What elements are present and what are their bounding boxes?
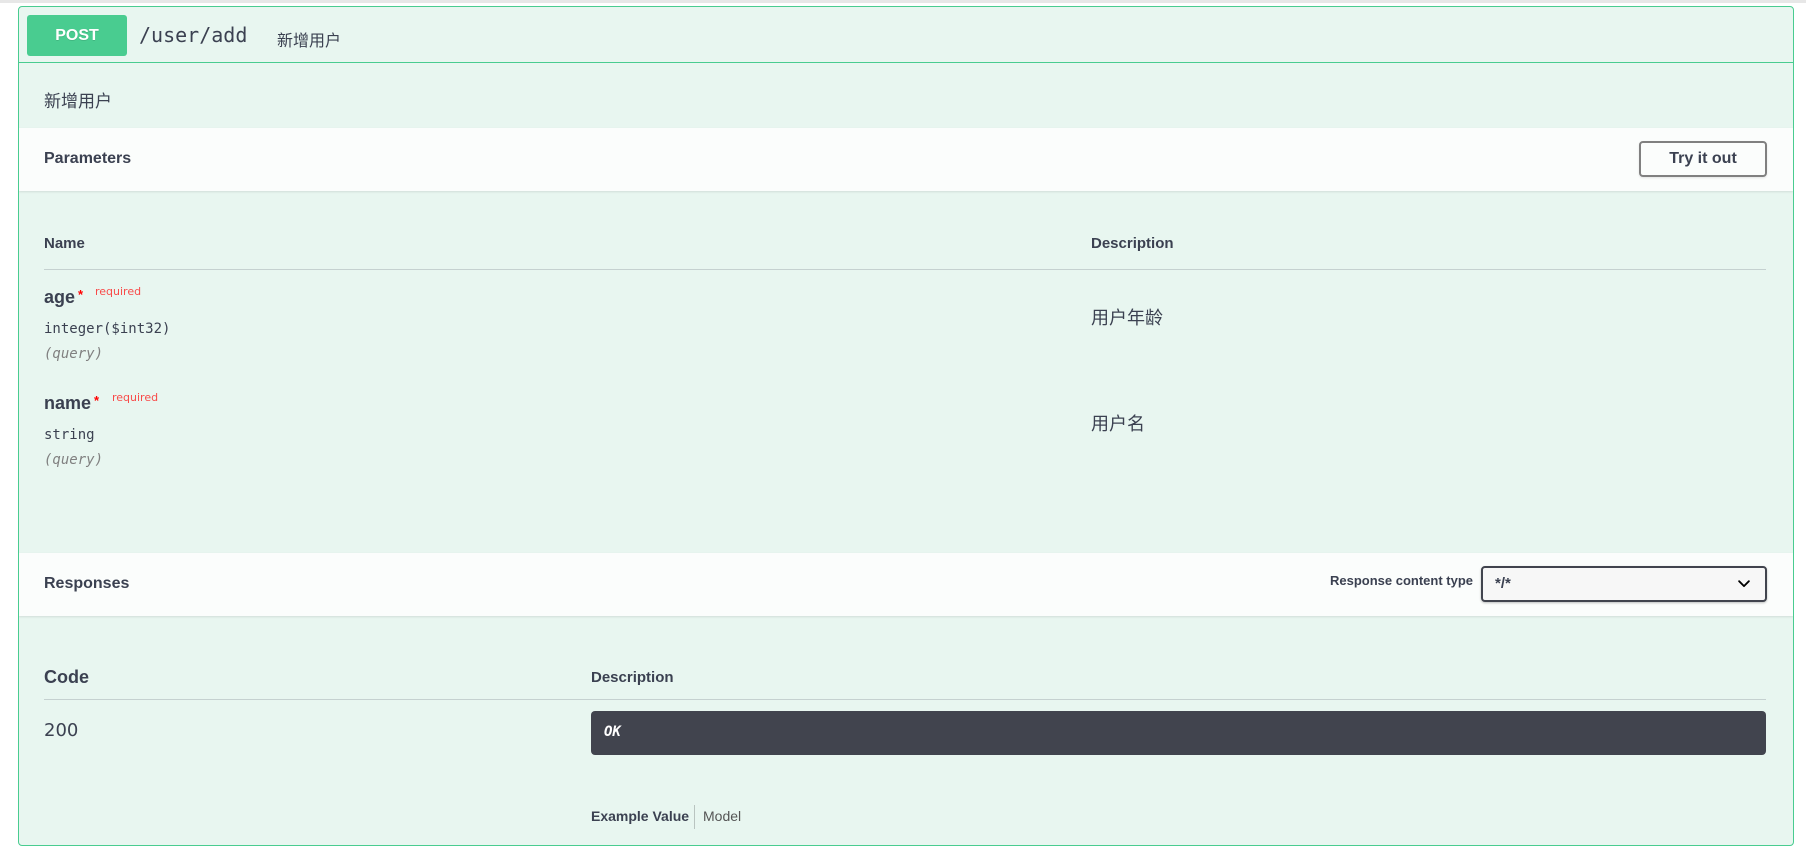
- response-content-type-label: Response content type: [1329, 573, 1473, 588]
- method-badge: POST: [27, 15, 127, 56]
- param-type: string: [44, 427, 95, 443]
- required-label: required: [95, 285, 142, 298]
- operation-description: 新增用户: [44, 92, 112, 112]
- required-star: *: [94, 393, 100, 408]
- response-header-rule: [44, 699, 1766, 700]
- param-location: (query): [44, 452, 104, 468]
- param-name-text: name: [44, 393, 92, 413]
- param-description: 用户名: [1091, 414, 1145, 435]
- param-col-description: Description: [1091, 235, 1174, 252]
- param-name-text: age: [44, 287, 76, 307]
- response-content-type-value: */*: [1495, 575, 1511, 592]
- parameters-header: Parameters Try it out: [19, 128, 1793, 191]
- required-label: required: [112, 391, 159, 404]
- param-name: name *: [44, 393, 99, 414]
- parameters-title: Parameters: [44, 150, 132, 167]
- required-star: *: [78, 287, 84, 302]
- responses-header: Responses Response content type */*: [19, 553, 1793, 616]
- tab-model[interactable]: Model: [703, 808, 741, 824]
- response-description-text: OK: [604, 724, 621, 740]
- response-code: 200: [44, 720, 79, 741]
- operation-summary[interactable]: POST /user/add 新增用户: [19, 7, 1793, 63]
- tab-divider: [694, 805, 695, 829]
- operation-summary-description: 新增用户: [277, 31, 342, 50]
- operation-path: /user/add: [139, 23, 248, 47]
- response-col-description: Description: [591, 669, 674, 686]
- responses-title: Responses: [44, 575, 130, 592]
- operation-block-post: POST /user/add 新增用户 新增用户 Parameters Try …: [18, 6, 1794, 846]
- param-col-name: Name: [44, 235, 85, 252]
- param-type: integer($int32): [44, 321, 171, 337]
- param-header-rule: [44, 269, 1766, 270]
- param-location: (query): [44, 346, 104, 362]
- response-col-code: Code: [44, 667, 89, 687]
- top-divider: [0, 0, 1806, 3]
- response-content-type-select[interactable]: */*: [1481, 566, 1767, 602]
- chevron-down-icon: [1738, 580, 1750, 588]
- param-description: 用户年龄: [1091, 308, 1163, 329]
- response-description-box: OK: [591, 711, 1766, 755]
- param-name: age *: [44, 287, 83, 308]
- try-it-out-button[interactable]: Try it out: [1639, 141, 1767, 177]
- tab-example-value[interactable]: Example Value: [591, 808, 689, 824]
